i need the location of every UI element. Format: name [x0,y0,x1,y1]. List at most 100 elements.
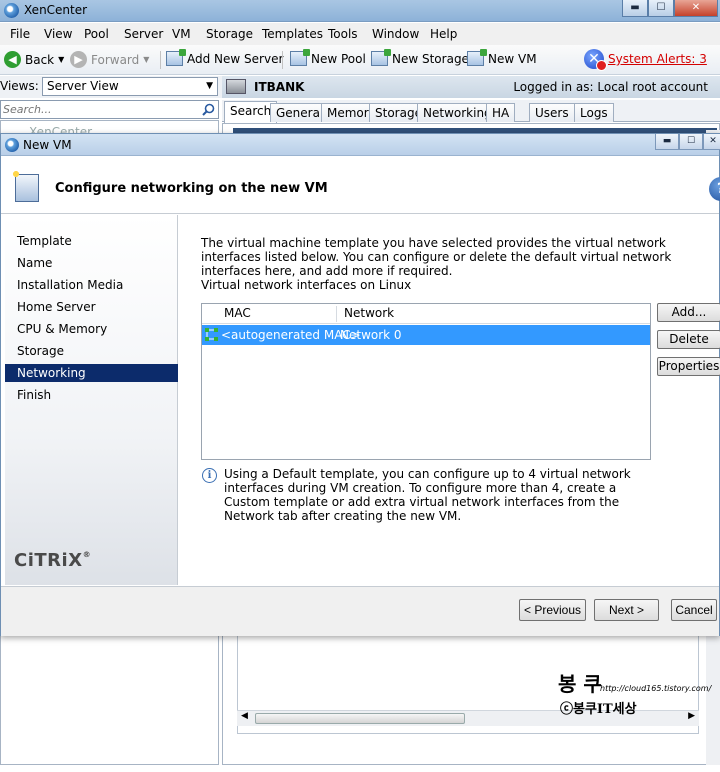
wizard-nav: Template Name Installation Media Home Se… [5,215,178,585]
dialog-titlebar: New VM ▬ ☐ ✕ [1,134,720,156]
menu-file[interactable]: File [10,27,30,41]
main-window-title: XenCenter [24,3,88,17]
new-vm-button[interactable]: New VM [467,49,537,66]
wizard-header: Configure networking on the new VM ? [1,156,720,214]
citrix-logo-text: CiTRiX [14,550,83,571]
wizard-page-title: Configure networking on the new VM [55,181,328,196]
search-box [0,100,219,119]
vif-list-label: Virtual network interfaces on Linux [201,278,412,292]
table-row[interactable]: <autogenerated MAC> Network 0 [202,325,650,345]
new-storage-button[interactable]: New Storage [371,49,469,66]
server-header: ITBANK Logged in as: Local root account [222,76,720,98]
column-header-mac[interactable]: MAC [224,304,251,323]
cancel-button[interactable]: Cancel [671,599,717,621]
next-button[interactable]: Next > [594,599,659,621]
add-vif-button[interactable]: Add... [657,303,720,322]
menu-help[interactable]: Help [430,27,457,41]
delete-vif-button[interactable]: Delete [657,330,720,349]
column-divider [336,306,337,322]
info-text: Using a Default template, you can config… [224,467,631,523]
new-vm-dialog: New VM ▬ ☐ ✕ Configure networking on the… [0,133,720,636]
nav-item-storage[interactable]: Storage [5,342,178,360]
info-icon: i [202,468,217,483]
minimize-button[interactable]: ▬ [622,0,648,17]
chevron-down-icon: ▼ [206,81,213,91]
server-icon [226,79,246,94]
back-button[interactable]: ◀ Back ▼ [4,51,64,68]
back-label: Back [25,52,55,67]
forward-dropdown-icon[interactable]: ▼ [143,55,149,64]
intro-text: The virtual machine template you have se… [201,236,672,278]
main-titlebar: XenCenter ▬ ☐ ✕ [0,0,720,22]
dialog-maximize-button[interactable]: ☐ [679,134,703,150]
wizard-footer: < Previous Next > Cancel [1,586,719,636]
menubar: File View Pool Server VM Storage Templat… [0,23,720,45]
new-storage-label: New Storage [392,51,469,66]
nav-item-home-server[interactable]: Home Server [5,298,178,316]
nav-item-networking[interactable]: Networking [5,364,178,382]
search-input[interactable] [3,103,193,116]
nav-item-finish[interactable]: Finish [5,386,178,404]
column-header-network[interactable]: Network [344,304,394,323]
menu-tools[interactable]: Tools [328,27,358,41]
tab-ha[interactable]: HA [486,103,516,122]
new-vm-icon [11,169,39,202]
watermark-caption: ⓒ봉쿠IT세상 [560,702,637,717]
toolbar-separator [282,51,283,69]
forward-button[interactable]: ▶ Forward ▼ [70,51,149,68]
menu-window[interactable]: Window [372,27,419,41]
new-pool-label: New Pool [311,51,366,66]
scrollbar-thumb[interactable] [255,713,465,724]
row-network: Network 0 [340,328,402,342]
forward-label: Forward [91,52,140,67]
dialog-close-button[interactable]: ✕ [703,134,720,150]
toolbar-separator [160,51,161,69]
properties-vif-button[interactable]: Properties [657,357,720,376]
tab-users[interactable]: Users [529,103,575,122]
toolbar: ◀ Back ▼ ▶ Forward ▼ Add New Server New … [0,45,720,75]
menu-pool[interactable]: Pool [84,27,109,41]
citrix-logo: CiTRiX® [14,550,91,571]
nav-item-name[interactable]: Name [5,254,178,272]
forward-arrow-icon: ▶ [70,51,87,68]
menu-vm[interactable]: VM [172,27,191,41]
maximize-button[interactable]: ☐ [648,0,674,17]
xencenter-icon [5,138,19,152]
vif-table[interactable]: MAC Network <autogenerated MAC> Network … [201,303,651,460]
citrix-trademark: ® [82,550,92,559]
views-select-value: Server View [47,79,119,93]
new-storage-icon [371,49,391,66]
help-icon[interactable]: ? [709,177,720,201]
watermark: 봉 쿠 http://cloud165.tistory.com/ ⓒ봉쿠IT세상 [552,668,718,718]
watermark-title: 봉 쿠 [558,672,602,696]
back-dropdown-icon[interactable]: ▼ [58,55,64,64]
new-pool-button[interactable]: New Pool [290,49,366,66]
tab-logs[interactable]: Logs [574,103,614,122]
new-vm-icon [467,49,487,66]
system-alerts-label: System Alerts: 3 [608,52,707,66]
menu-templates[interactable]: Templates [262,27,323,41]
network-interface-icon [205,328,218,341]
search-icon[interactable] [202,103,215,116]
menu-storage[interactable]: Storage [206,27,253,41]
new-vm-label: New VM [488,51,537,66]
add-server-icon [166,49,186,66]
menu-server[interactable]: Server [124,27,163,41]
add-new-server-label: Add New Server [187,51,284,66]
add-new-server-button[interactable]: Add New Server [166,49,284,66]
nav-item-cpu-memory[interactable]: CPU & Memory [5,320,178,338]
close-button[interactable]: ✕ [674,0,718,17]
system-alerts-button[interactable]: ✕ System Alerts: 3 [584,49,707,71]
watermark-url: http://cloud165.tistory.com/ [600,684,712,693]
views-select[interactable]: Server View ▼ [42,77,218,96]
wizard-body: The virtual machine template you have se… [179,215,720,585]
scroll-left-icon[interactable]: ◀ [241,711,248,721]
table-header: MAC Network [202,304,650,324]
menu-view[interactable]: View [44,27,72,41]
server-name: ITBANK [254,80,305,94]
previous-button[interactable]: < Previous [519,599,586,621]
dialog-minimize-button[interactable]: ▬ [655,134,679,150]
nav-item-installation-media[interactable]: Installation Media [5,276,178,294]
nav-item-template[interactable]: Template [5,232,178,250]
views-label: Views: [0,79,39,93]
